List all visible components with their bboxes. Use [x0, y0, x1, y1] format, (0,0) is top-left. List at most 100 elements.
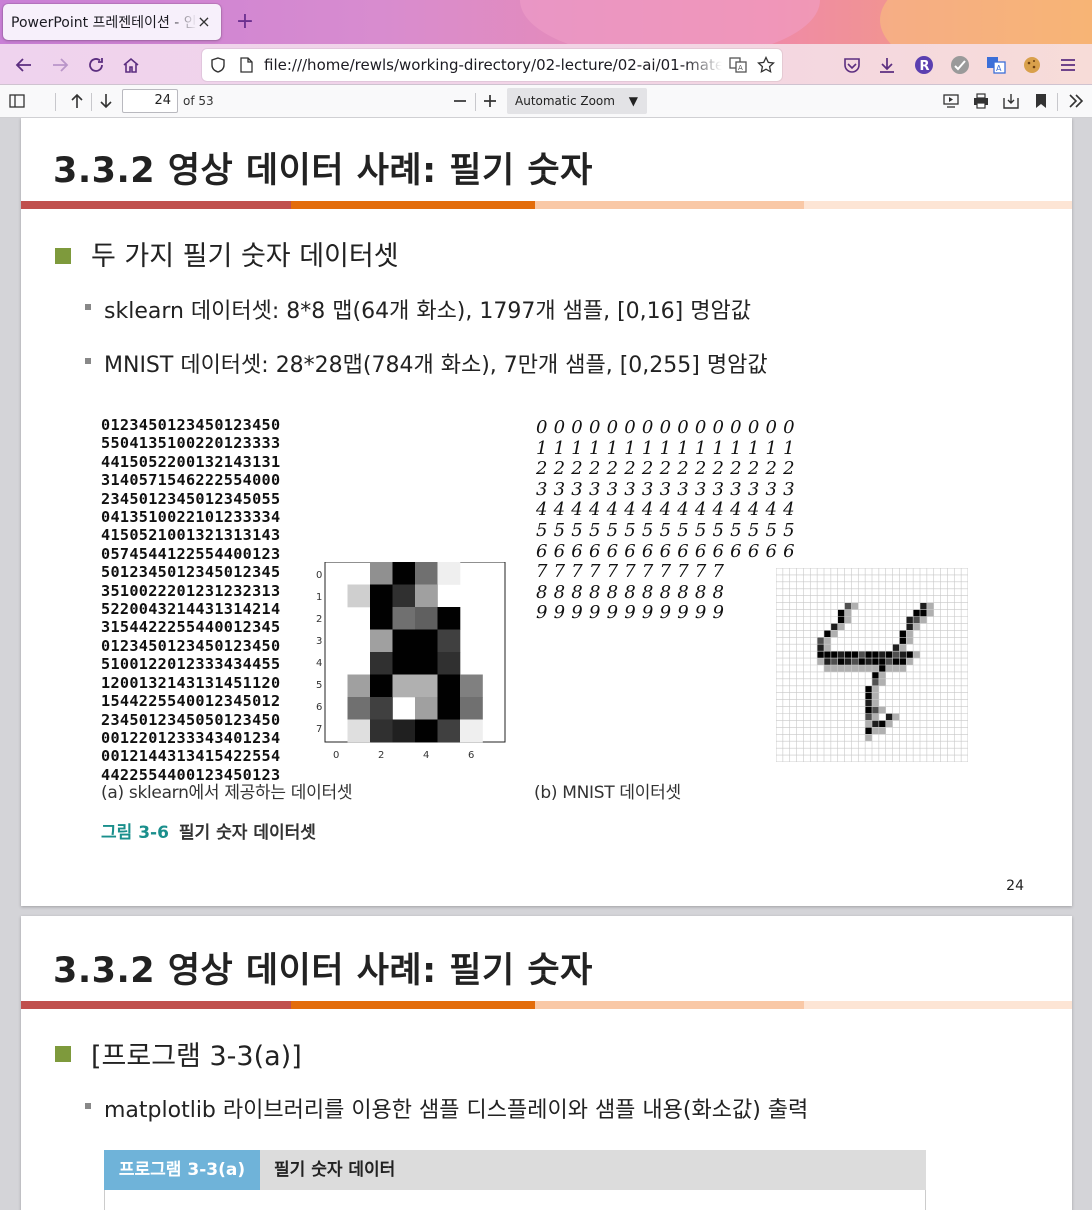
pdf-viewer[interactable]: 3.3.2 영상 데이터 사례: 필기 숫자 두 가지 필기 숫자 데이터셋 s…	[0, 118, 1092, 1210]
extension-translate-icon[interactable]: A	[981, 50, 1011, 80]
heatmap-cell	[392, 652, 416, 675]
shield-icon[interactable]	[208, 55, 228, 75]
heatmap-cell	[370, 652, 393, 675]
mnist-pixel	[824, 658, 831, 665]
mnist-pixel	[865, 658, 872, 665]
mnist-pixel	[906, 623, 914, 631]
sidebar-toggle-icon[interactable]	[4, 88, 30, 114]
zoom-select[interactable]: Automatic Zoom ▼	[507, 88, 647, 114]
mnist-pixel	[872, 665, 879, 672]
mnist-pixel	[824, 630, 831, 638]
close-icon[interactable]: ×	[195, 13, 213, 31]
mnist-pixel	[872, 658, 879, 665]
previous-page-icon[interactable]	[64, 88, 90, 114]
tools-menu-icon[interactable]	[1063, 88, 1089, 114]
mnist-pixel	[872, 685, 879, 693]
mnist-pixel	[913, 651, 920, 659]
mnist-pixel	[920, 602, 927, 610]
save-icon[interactable]	[998, 88, 1024, 114]
mnist-pixel	[837, 651, 845, 659]
mnist-pixel	[892, 651, 900, 659]
caption-b: (b) MNIST 데이터셋	[534, 783, 681, 803]
mnist-pixel	[892, 665, 900, 672]
next-page-icon[interactable]	[93, 88, 119, 114]
mnist-pixel	[872, 713, 879, 721]
mnist-pixel	[817, 651, 824, 659]
mnist-pixel	[837, 623, 845, 631]
mnist-pixel	[865, 692, 872, 700]
reload-icon[interactable]	[81, 50, 111, 80]
star-icon[interactable]	[756, 55, 776, 75]
mnist-pixel	[865, 727, 872, 735]
zoom-out-icon[interactable]	[447, 88, 473, 114]
mnist-pixel	[872, 706, 879, 714]
home-icon[interactable]	[116, 50, 146, 80]
mnist-pixel	[878, 720, 886, 728]
mnist-pixel	[899, 665, 907, 672]
mnist-pixel	[872, 671, 879, 679]
pocket-icon[interactable]	[837, 50, 867, 80]
program-header: 프로그램 3-3(a) 필기 숫자 데이터	[104, 1150, 926, 1190]
new-tab-button[interactable]: +	[232, 9, 258, 35]
navigation-toolbar: file:///home/rewls/working-directory/02-…	[0, 44, 1092, 85]
mnist-pixel	[878, 658, 886, 665]
mnist-pixel	[844, 616, 852, 624]
mnist-pixel	[892, 658, 900, 665]
mnist-digits-image: 000000000000000 111111111111111 22222222…	[536, 417, 801, 624]
extension-check-icon[interactable]	[945, 50, 975, 80]
page-icon[interactable]	[236, 55, 256, 75]
mnist-pixel	[837, 665, 845, 672]
heatmap-cell	[392, 719, 416, 743]
cookie-icon[interactable]	[1017, 50, 1047, 80]
mnist-pixel	[851, 658, 859, 665]
mnist-pixel	[830, 658, 838, 665]
mnist-pixel	[824, 637, 831, 645]
mnist-pixel	[878, 665, 886, 672]
mnist-pixel	[899, 651, 907, 659]
heatmap-cell	[370, 674, 393, 698]
back-icon[interactable]	[9, 50, 39, 80]
mnist-pixel	[817, 644, 824, 652]
svg-text:R: R	[920, 59, 930, 74]
extension-r-icon[interactable]: R	[909, 50, 939, 80]
print-icon[interactable]	[968, 88, 994, 114]
bookmark-icon[interactable]	[1028, 88, 1054, 114]
y-tick: 1	[316, 592, 322, 603]
heatmap-cell	[437, 652, 461, 675]
zoom-in-icon[interactable]	[477, 88, 503, 114]
title-underline-bar	[21, 201, 1072, 209]
url-text[interactable]: file:///home/rewls/working-directory/02-…	[264, 56, 722, 74]
mnist-pixel	[830, 630, 838, 638]
mnist-pixel	[913, 609, 920, 617]
mnist-pixel	[844, 651, 852, 659]
presentation-mode-icon[interactable]	[938, 88, 964, 114]
download-icon[interactable]	[872, 50, 902, 80]
translate-icon[interactable]: A	[728, 55, 748, 75]
mnist-pixel	[858, 658, 866, 665]
heatmap-cell	[415, 697, 438, 720]
menu-icon[interactable]	[1053, 50, 1083, 80]
forward-icon[interactable]	[45, 50, 75, 80]
heatmap-cell	[415, 719, 438, 743]
tab-strip: PowerPoint 프레젠테이션 - 인공지능 × +	[0, 0, 1092, 44]
mnist-pixel	[899, 644, 907, 652]
url-bar[interactable]: file:///home/rewls/working-directory/02-…	[202, 49, 782, 81]
heatmap-cell	[392, 674, 416, 698]
separator	[1057, 93, 1058, 111]
bullet-text: [프로그램 3-3(a)]	[91, 1041, 302, 1072]
y-tick: 2	[316, 614, 322, 625]
mnist-pixel	[906, 630, 914, 638]
x-tick: 2	[378, 750, 384, 761]
tab-active[interactable]: PowerPoint 프레젠테이션 - 인공지능 ×	[3, 4, 221, 40]
y-tick: 0	[316, 570, 322, 581]
mnist-pixel	[899, 658, 907, 665]
x-tick: 6	[468, 750, 474, 761]
heatmap-cell	[347, 697, 371, 720]
y-tick: 7	[316, 724, 322, 735]
heatmap-cell	[370, 629, 393, 653]
heatmap-cell	[370, 697, 393, 720]
mnist-pixel	[878, 671, 886, 679]
mnist-pixel	[892, 713, 900, 721]
mnist-pixel	[851, 602, 859, 610]
page-number-input[interactable]: 24	[122, 89, 178, 113]
